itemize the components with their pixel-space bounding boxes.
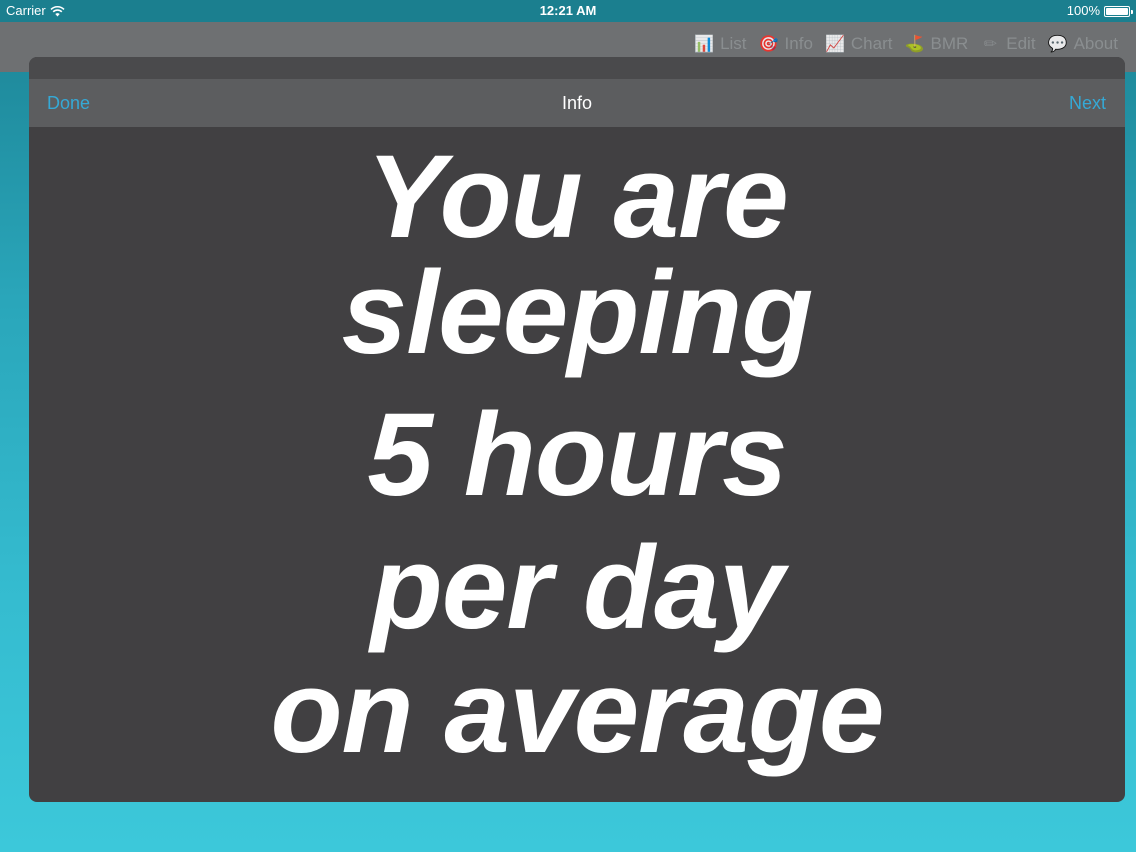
- battery-percent: 100%: [1066, 3, 1100, 18]
- toolbar-items: 📊 List 🎯 Info 📈 Chart ⛳ BMR ✏ Edit 💬 Abo…: [694, 34, 1118, 54]
- toolbar-item-chart[interactable]: 📈 Chart: [825, 34, 893, 54]
- modal-navbar: Done Info Next: [29, 79, 1125, 127]
- toolbar-item-label: BMR: [930, 34, 969, 53]
- message-line: per day: [370, 522, 785, 654]
- message-line: sleeping: [341, 247, 814, 379]
- line-chart-icon: 📈: [824, 36, 845, 53]
- bar-chart-icon: 📊: [694, 36, 715, 53]
- status-bar: Carrier 12:21 AM 100%: [0, 0, 1136, 22]
- modal-top-strip: [29, 57, 1125, 79]
- next-button[interactable]: Next: [1069, 79, 1106, 127]
- toolbar-item-label: List: [720, 34, 747, 53]
- toolbar-item-label: Edit: [1006, 34, 1036, 53]
- toolbar-item-label: Chart: [850, 34, 893, 53]
- target-icon: 🎯: [758, 36, 779, 53]
- message-line: 5 hours: [367, 389, 787, 521]
- message-line: You are: [366, 131, 788, 263]
- toolbar-item-about[interactable]: 💬 About: [1048, 34, 1118, 54]
- info-modal: Done Info Next You are sleeping 5 hours …: [29, 57, 1125, 802]
- pencil-icon: ✏: [983, 36, 997, 53]
- toolbar-item-label: About: [1073, 34, 1118, 53]
- battery-indicator: 100%: [1066, 0, 1133, 22]
- toolbar-item-edit[interactable]: ✏ Edit: [980, 34, 1036, 54]
- toolbar-item-bmr[interactable]: ⛳ BMR: [904, 34, 969, 54]
- modal-title: Info: [561, 93, 593, 113]
- battery-icon: [1104, 5, 1133, 17]
- status-time: 12:21 AM: [539, 3, 597, 18]
- golf-icon: ⛳: [904, 36, 925, 53]
- toolbar-item-label: Info: [784, 34, 813, 53]
- toolbar-item-list[interactable]: 📊 List: [694, 34, 746, 54]
- speech-bubble-icon: 💬: [1047, 36, 1068, 53]
- message-line: on average: [270, 646, 884, 778]
- toolbar-item-info[interactable]: 🎯 Info: [759, 34, 813, 54]
- info-message: You are sleeping 5 hours per day on aver…: [29, 133, 1125, 776]
